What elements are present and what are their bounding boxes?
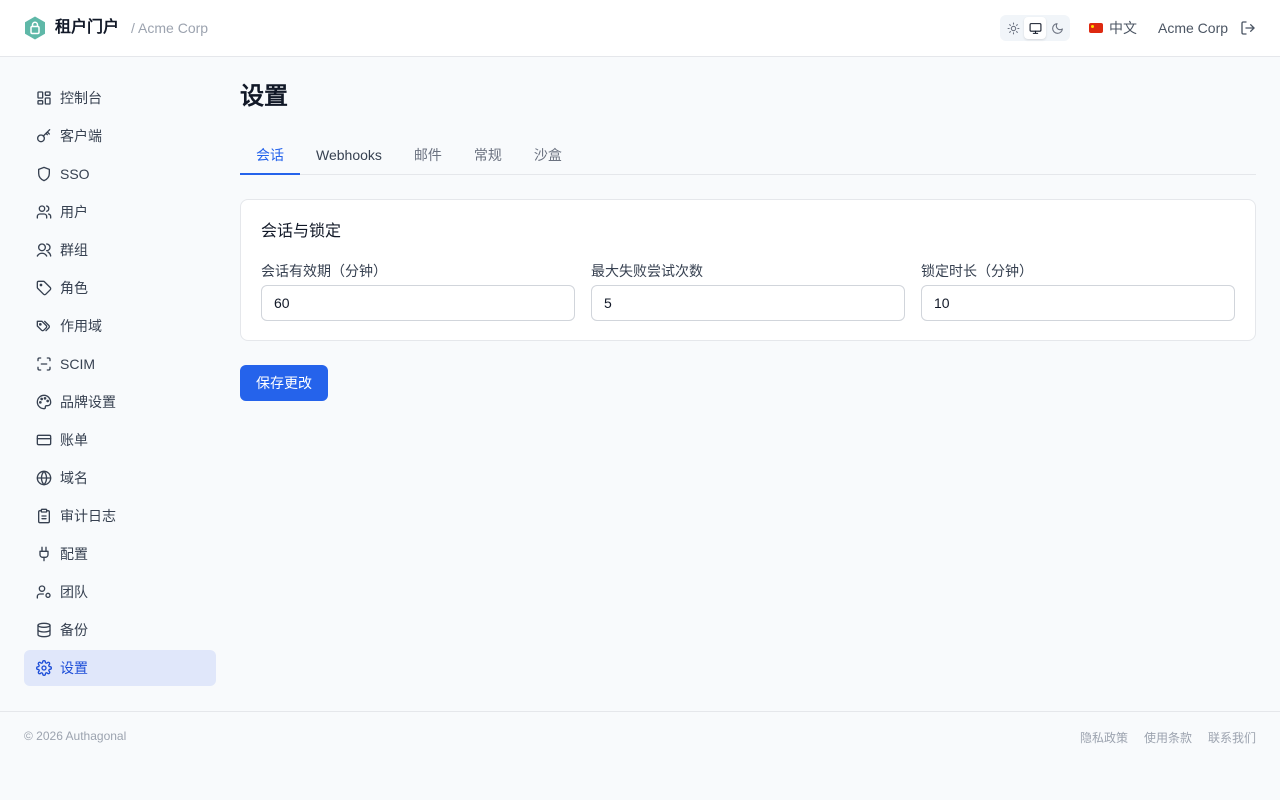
- user-cog-icon: [36, 585, 51, 599]
- session-lockout-card: 会话与锁定 会话有效期（分钟） 最大失败尝试次数 锁定时长（分钟）: [240, 199, 1256, 341]
- max-failed-attempts-input[interactable]: [591, 285, 905, 321]
- sidebar-item-audit-logs[interactable]: 审计日志: [24, 498, 216, 534]
- sidebar-item-dashboard[interactable]: 控制台: [24, 80, 216, 116]
- session-timeout-input[interactable]: [261, 285, 575, 321]
- breadcrumb: / Acme Corp: [131, 16, 208, 40]
- sidebar-nav: 控制台 客户端 SSO 用户 群组 角色 作用域 SCIM 品牌设置 账单 域名: [24, 80, 216, 688]
- sidebar-item-config[interactable]: 配置: [24, 536, 216, 572]
- users-icon: [36, 205, 52, 219]
- sidebar-item-label: 团队: [60, 584, 88, 600]
- palette-icon: [36, 394, 52, 410]
- dark-theme-button[interactable]: [1046, 17, 1068, 39]
- china-flag-icon: [1089, 23, 1103, 33]
- privacy-policy-link[interactable]: 隐私政策: [1080, 729, 1128, 746]
- sidebar-item-roles[interactable]: 角色: [24, 270, 216, 306]
- sidebar-item-label: 审计日志: [60, 508, 116, 524]
- tab-email[interactable]: 邮件: [398, 138, 458, 175]
- sidebar-item-team[interactable]: 团队: [24, 574, 216, 610]
- sidebar-item-label: 账单: [60, 432, 88, 448]
- footer: © 2026 Authagonal 隐私政策 使用条款 联系我们: [0, 711, 1280, 761]
- sidebar-item-label: 品牌设置: [60, 394, 116, 410]
- language-selector[interactable]: 中文: [1089, 18, 1137, 38]
- sidebar-item-label: 作用域: [60, 318, 102, 334]
- scan-icon: [37, 357, 51, 371]
- sidebar-item-settings[interactable]: 设置: [24, 650, 216, 686]
- globe-icon: [36, 470, 52, 486]
- sidebar-item-scopes[interactable]: 作用域: [24, 308, 216, 344]
- card-title: 会话与锁定: [261, 223, 342, 240]
- sidebar-item-sso[interactable]: SSO: [24, 156, 216, 192]
- tab-webhooks[interactable]: Webhooks: [300, 138, 398, 175]
- sidebar-item-label: SSO: [60, 166, 90, 182]
- key-icon: [37, 129, 51, 143]
- portal-title: 租户门户: [55, 19, 120, 36]
- sidebar-item-groups[interactable]: 群组: [24, 232, 216, 268]
- sidebar-item-label: 设置: [60, 660, 88, 676]
- sidebar-item-label: 用户: [60, 204, 88, 220]
- logout-icon[interactable]: [1240, 20, 1256, 36]
- lockout-duration-input[interactable]: [921, 285, 1235, 321]
- sidebar-item-label: 控制台: [60, 90, 102, 106]
- max-failed-attempts-label: 最大失败尝试次数: [591, 263, 703, 279]
- copyright: © 2026 Authagonal: [24, 729, 127, 743]
- tag-icon: [36, 280, 52, 296]
- sidebar-item-billing[interactable]: 账单: [24, 422, 216, 458]
- sidebar-item-users[interactable]: 用户: [24, 194, 216, 230]
- clipboard-icon: [38, 508, 50, 524]
- credit-card-icon: [36, 434, 52, 446]
- sidebar-item-backup[interactable]: 备份: [24, 612, 216, 648]
- brand[interactable]: 租户门户 / Acme Corp: [24, 16, 208, 40]
- max-failed-attempts-field: 最大失败尝试次数: [591, 262, 905, 321]
- tab-sandbox[interactable]: 沙盒: [518, 138, 578, 175]
- sidebar-item-label: 配置: [60, 546, 88, 562]
- system-theme-button[interactable]: [1024, 17, 1046, 39]
- sidebar-item-label: 域名: [60, 470, 88, 486]
- lockout-duration-field: 锁定时长（分钟）: [921, 262, 1235, 321]
- moon-icon: [1051, 22, 1063, 34]
- monitor-icon: [1029, 22, 1041, 34]
- sidebar-item-branding[interactable]: 品牌设置: [24, 384, 216, 420]
- sidebar-item-label: SCIM: [60, 356, 95, 372]
- group-icon: [36, 243, 52, 257]
- plug-icon: [39, 546, 49, 562]
- save-button[interactable]: 保存更改: [240, 365, 328, 401]
- sidebar-item-domains[interactable]: 域名: [24, 460, 216, 496]
- footer-links: 隐私政策 使用条款 联系我们: [1080, 729, 1256, 746]
- tab-session[interactable]: 会话: [240, 138, 300, 175]
- lockout-duration-label: 锁定时长（分钟）: [921, 263, 1033, 279]
- sidebar-item-clients[interactable]: 客户端: [24, 118, 216, 154]
- breadcrumb-tenant: Acme Corp: [138, 20, 209, 36]
- settings-tabs: 会话 Webhooks 邮件 常规 沙盒: [240, 138, 1256, 175]
- shield-icon: [38, 166, 50, 182]
- session-timeout-label: 会话有效期（分钟）: [261, 263, 387, 279]
- terms-of-use-link[interactable]: 使用条款: [1144, 729, 1192, 746]
- database-icon: [37, 622, 51, 638]
- dashboard-icon: [37, 91, 51, 105]
- sun-icon: [1007, 22, 1019, 34]
- page-title: 设置: [240, 83, 288, 110]
- theme-switcher: [1000, 15, 1070, 41]
- light-theme-button[interactable]: [1002, 17, 1024, 39]
- top-header: 租户门户 / Acme Corp 中文 Acme Corp: [0, 0, 1280, 57]
- tenant-name: Acme Corp: [1158, 20, 1229, 36]
- gear-icon: [36, 660, 52, 676]
- tags-icon: [36, 320, 50, 332]
- sidebar-item-scim[interactable]: SCIM: [24, 346, 216, 382]
- sidebar-item-label: 客户端: [60, 128, 102, 144]
- session-timeout-field: 会话有效期（分钟）: [261, 262, 575, 321]
- tab-general[interactable]: 常规: [458, 138, 518, 175]
- language-label: 中文: [1109, 20, 1137, 36]
- sidebar-item-label: 备份: [60, 622, 88, 638]
- lock-logo-icon: [25, 16, 45, 40]
- sidebar-item-label: 角色: [60, 280, 88, 296]
- breadcrumb-separator: /: [131, 20, 135, 36]
- contact-us-link[interactable]: 联系我们: [1208, 729, 1256, 746]
- sidebar-item-label: 群组: [60, 242, 88, 258]
